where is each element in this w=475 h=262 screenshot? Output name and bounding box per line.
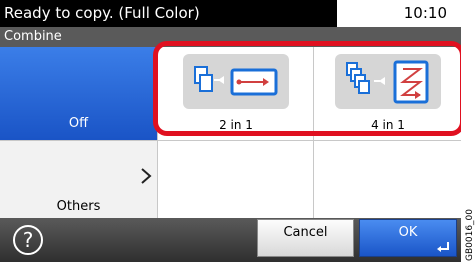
status-bar: Ready to copy. (Full Color) 10:10 <box>0 0 461 27</box>
status-message: Ready to copy. (Full Color) <box>0 0 337 27</box>
4-in-1-icon <box>335 54 441 109</box>
enter-icon <box>437 242 449 252</box>
option-2-in-1-label: 2 in 1 <box>219 118 253 132</box>
off-option[interactable]: Off <box>0 47 157 140</box>
grid-divider-horizontal <box>158 140 461 141</box>
off-label: Off <box>68 116 89 131</box>
option-2-in-1[interactable]: 2 in 1 <box>161 47 311 140</box>
copy-combine-screen: Ready to copy. (Full Color) 10:10 Combin… <box>0 0 461 262</box>
ok-label: OK <box>398 225 418 240</box>
option-4-in-1-label: 4 in 1 <box>371 118 405 132</box>
2-in-1-icon <box>183 54 289 109</box>
bottom-bar: ? Cancel OK <box>0 218 461 262</box>
figure-code-text: GB0016_00 <box>465 208 475 262</box>
screen-title: Combine <box>0 27 461 47</box>
ok-button[interactable]: OK <box>359 219 457 257</box>
others-button[interactable]: Others <box>0 140 157 218</box>
options-panel: 2 in 1 4 in 1 <box>157 47 461 218</box>
figure-code: GB0016_00 <box>462 208 475 262</box>
others-label: Others <box>56 199 101 214</box>
option-4-in-1[interactable]: 4 in 1 <box>313 47 461 140</box>
cancel-button[interactable]: Cancel <box>257 219 354 257</box>
help-button[interactable]: ? <box>13 225 43 255</box>
chevron-right-icon <box>141 168 152 184</box>
status-time: 10:10 <box>337 0 461 27</box>
cancel-label: Cancel <box>283 225 328 240</box>
